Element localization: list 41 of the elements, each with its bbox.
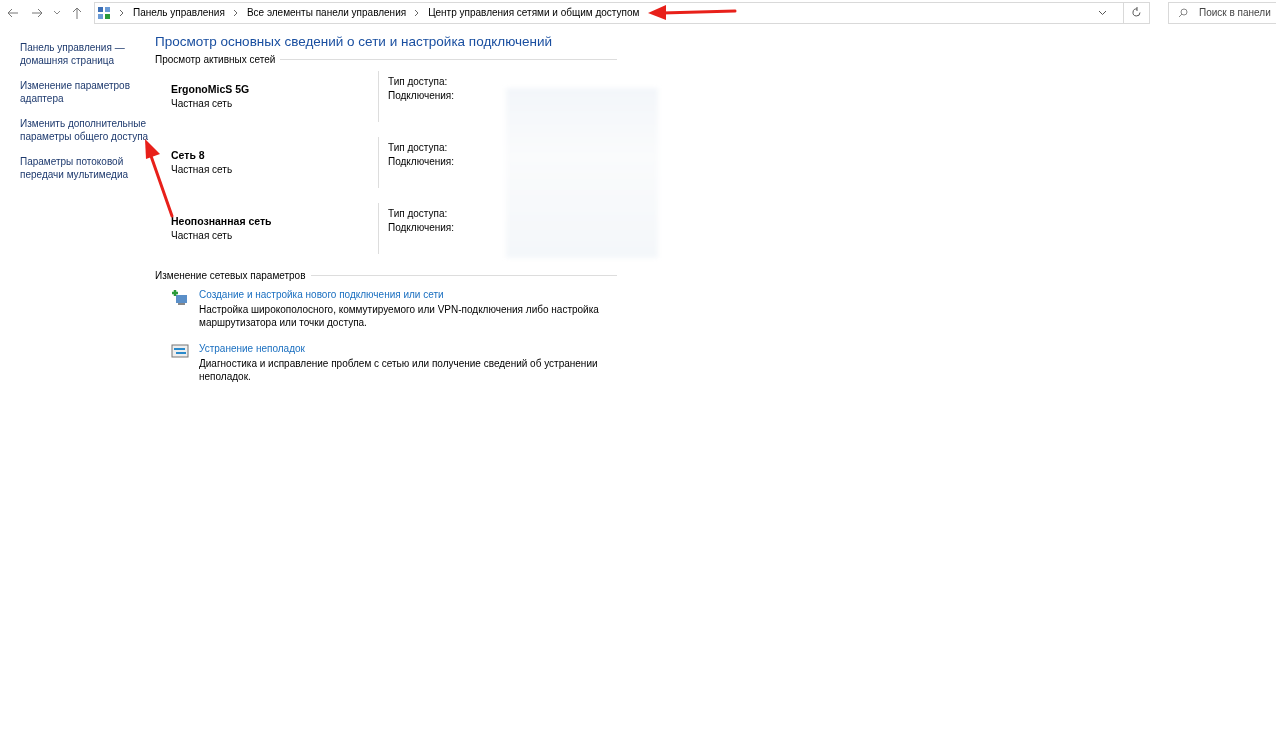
refresh-icon xyxy=(1131,7,1142,18)
task-link[interactable]: Создание и настройка нового подключения или сети xyxy=(199,289,609,300)
access-type-label: Тип доступа: xyxy=(388,142,449,153)
network-type: Частная сеть xyxy=(171,230,234,241)
connections-label: Подключения: xyxy=(388,156,455,167)
chevron-down-icon xyxy=(53,10,61,15)
search-icon xyxy=(1178,7,1188,18)
network-add-icon xyxy=(171,289,189,307)
access-type-label: Тип доступа: xyxy=(388,76,449,87)
sidebar-link[interactable]: Панель управления — домашняя страница xyxy=(20,42,155,67)
access-type-label: Тип доступа: xyxy=(388,208,449,219)
sidebar-link[interactable]: Параметры потоковой передачи мультимедиа xyxy=(20,156,155,181)
connections-label: Подключения: xyxy=(388,222,455,233)
network-name: ErgonoMicS 5G xyxy=(171,83,251,95)
task-link[interactable]: Устранение неполадок xyxy=(199,343,609,354)
connections-label: Подключения: xyxy=(388,90,455,101)
search-field[interactable]: Поиск в панели xyxy=(1168,1,1276,24)
breadcrumb-item[interactable]: Панель управления xyxy=(133,7,225,18)
breadcrumb-item[interactable]: Все элементы панели управления xyxy=(246,7,407,18)
task-description: Настройка широкополосного, коммутируемого или VPN-подключения либо настройка маршрутизатора или точки доступа. xyxy=(199,303,600,329)
chevron-icon xyxy=(232,8,239,17)
breadcrumb-item[interactable]: Центр управления сетями и общим доступом xyxy=(428,7,640,18)
back-arrow-icon xyxy=(7,7,19,18)
sidebar-link[interactable]: Изменение параметров адаптера xyxy=(20,80,155,105)
up-arrow-icon xyxy=(72,6,82,19)
section-heading: Просмотр активных сетей xyxy=(155,54,276,65)
forward-arrow-icon xyxy=(31,7,43,18)
network-name: Сеть 8 xyxy=(171,149,206,161)
section-heading: Изменение сетевых параметров xyxy=(155,270,306,281)
network-name: Неопознанная сеть xyxy=(171,215,273,227)
chevron-down-icon xyxy=(1097,9,1107,16)
control-panel-icon xyxy=(97,5,111,20)
chevron-icon xyxy=(414,8,421,17)
network-type: Частная сеть xyxy=(171,98,234,109)
network-type: Частная сеть xyxy=(171,164,234,175)
diagnostics-icon xyxy=(171,343,189,359)
sidebar-link[interactable]: Изменить дополнительные параметры общего доступа xyxy=(20,118,155,143)
chevron-icon xyxy=(119,8,125,17)
page-title: Просмотр основных сведений о сети и настройка подключений xyxy=(155,33,554,51)
address-bar[interactable]: Панель управления Все элементы панели управления Центр управления сетями и общим доступом xyxy=(94,1,1150,24)
task-description: Диагностика и исправление проблем с сетью или получение сведений об устранении неполадок. xyxy=(199,357,599,383)
